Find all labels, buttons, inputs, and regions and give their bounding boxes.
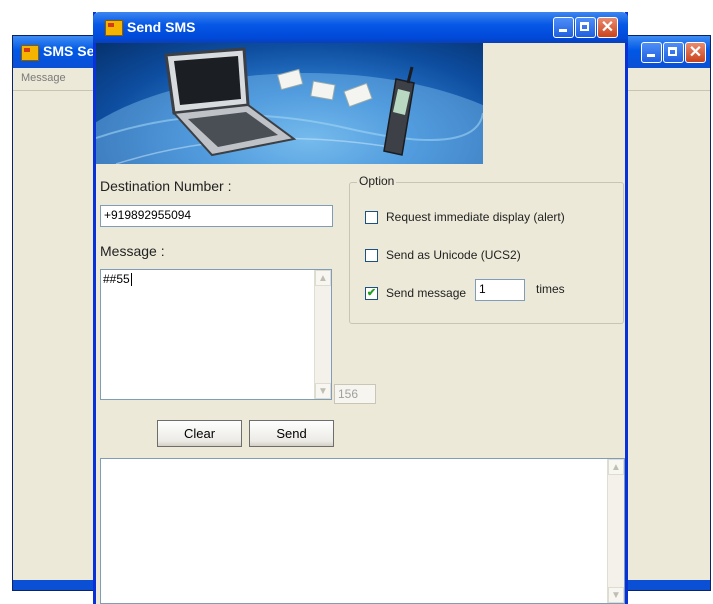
scroll-up-icon[interactable]: ▲ [608, 459, 624, 475]
text-cursor [130, 273, 132, 287]
repeat-label: Send message [386, 286, 467, 300]
send-button[interactable]: Send [249, 420, 334, 447]
close-icon: ✕ [688, 44, 703, 61]
send-sms-window[interactable]: Send SMS ✕ Destination Number: +9198929… [93, 12, 628, 604]
message-scrollbar[interactable]: ▲ ▼ [314, 270, 331, 399]
character-count: 156 [334, 384, 376, 404]
message-textarea[interactable]: ##55 ▲ ▼ [100, 269, 332, 400]
background-maximize-button[interactable] [663, 42, 684, 63]
unicode-checkbox[interactable] [365, 249, 378, 262]
maximize-icon [668, 47, 677, 56]
repeat-count-input[interactable]: 1 [475, 279, 525, 301]
repeat-checkbox[interactable]: ✔ [365, 287, 378, 300]
check-icon: ✔ [366, 287, 377, 299]
scroll-down-icon[interactable]: ▼ [608, 587, 624, 603]
clear-button[interactable]: Clear [157, 420, 242, 447]
background-close-button[interactable]: ✕ [685, 42, 706, 63]
scroll-down-icon[interactable]: ▼ [315, 383, 331, 399]
title-bar[interactable]: Send SMS ✕ [93, 12, 628, 43]
minimize-icon [559, 29, 567, 32]
alert-label: Request immediate display (alert) [386, 210, 565, 224]
background-window-title: SMS Ser [43, 43, 100, 59]
close-icon: ✕ [600, 19, 615, 36]
banner-image [96, 43, 483, 164]
minimize-button[interactable] [553, 17, 574, 38]
unicode-label: Send as Unicode (UCS2) [386, 248, 521, 262]
option-legend: Option [357, 174, 397, 188]
minimize-icon [647, 54, 655, 57]
log-textbox[interactable]: ▲ ▼ [100, 458, 625, 604]
maximize-icon [580, 22, 589, 31]
window-title: Send SMS [127, 19, 196, 35]
destination-number-input[interactable]: +919892955094 [100, 205, 333, 227]
alert-checkbox[interactable] [365, 211, 378, 224]
log-scrollbar[interactable]: ▲ ▼ [607, 459, 624, 603]
close-button[interactable]: ✕ [597, 17, 618, 38]
app-icon [105, 20, 123, 36]
option-group: Option Request immediate display (alert)… [349, 174, 624, 324]
message-text: ##55 [103, 272, 130, 286]
globe-image [96, 47, 483, 164]
times-label: times [536, 282, 565, 296]
message-label: Message : [100, 243, 165, 259]
scroll-up-icon[interactable]: ▲ [315, 270, 331, 286]
destination-number-label: Destination Number : [100, 178, 232, 194]
app-icon [21, 45, 39, 61]
menu-item-message[interactable]: Message [21, 72, 66, 84]
maximize-button[interactable] [575, 17, 596, 38]
background-minimize-button[interactable] [641, 42, 662, 63]
